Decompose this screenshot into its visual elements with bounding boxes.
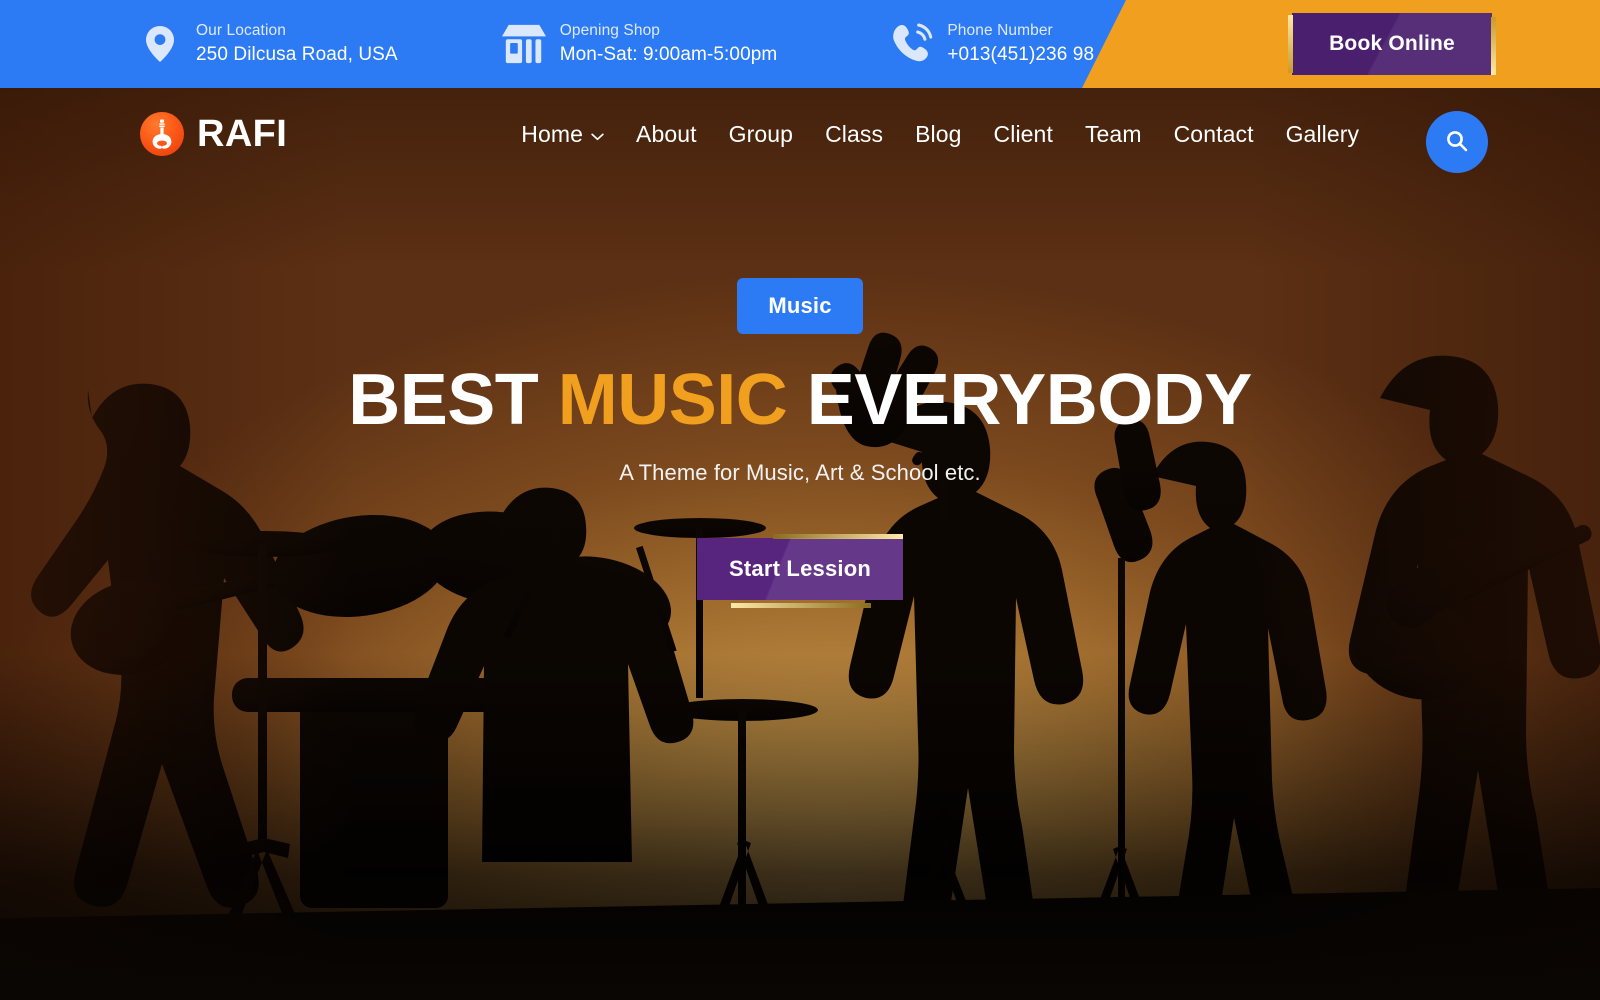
nav-item-class-label: Class [825, 120, 884, 147]
main-navigation: RAFI Home About Group Class Blog Client … [0, 88, 1600, 180]
book-online-button[interactable]: Book Online [1288, 13, 1496, 75]
book-online-wrapper: Book Online [1288, 13, 1496, 75]
headline-part-1: BEST [348, 360, 558, 440]
logo-text: RAFI [197, 112, 288, 155]
guitar-icon [140, 112, 184, 156]
nav-item-home-label: Home [521, 120, 584, 147]
hero-headline: BEST MUSIC EVERYBODY [348, 360, 1252, 440]
nav-menu: Home About Group Class Blog Client Team [505, 121, 1375, 148]
nav-item-gallery-label: Gallery [1285, 120, 1360, 147]
search-icon [1445, 129, 1469, 156]
opening-value: Mon-Sat: 9:00am-5:00pm [559, 43, 778, 65]
nav-item-group-label: Group [728, 120, 794, 147]
top-info-bar: Our Location 250 Dilcusa Road, USA Openi… [0, 0, 1600, 88]
info-opening-shop: Opening Shop Mon-Sat: 9:00am-5:00pm [501, 21, 778, 67]
nav-item-client-label: Client [993, 120, 1053, 147]
nav-item-gallery[interactable]: Gallery [1270, 121, 1376, 148]
shop-icon [501, 21, 546, 67]
book-online-label: Book Online [1329, 32, 1455, 55]
nav-item-blog[interactable]: Blog [899, 121, 977, 148]
nav-item-group[interactable]: Group [713, 121, 809, 148]
hero-cta-wrapper: Start Lession [697, 534, 903, 609]
phone-ring-icon [889, 21, 933, 67]
nav-item-class[interactable]: Class [809, 121, 899, 148]
hero-category-badge: Music [737, 278, 863, 334]
headline-part-2: EVERYBODY [787, 360, 1252, 440]
start-lession-button[interactable]: Start Lession [697, 534, 903, 601]
search-button[interactable] [1426, 111, 1488, 173]
nav-item-blog-label: Blog [915, 120, 962, 147]
start-lession-label: Start Lession [729, 556, 871, 582]
nav-item-contact[interactable]: Contact [1158, 121, 1270, 148]
chevron-down-icon [591, 132, 604, 140]
info-phone: Phone Number +013(451)236 98 [889, 21, 1094, 67]
map-pin-icon [138, 21, 182, 67]
nav-item-team-label: Team [1084, 120, 1142, 147]
hero-content: Music BEST MUSIC EVERYBODY A Theme for M… [0, 88, 1600, 1000]
page-root: Our Location 250 Dilcusa Road, USA Openi… [0, 0, 1600, 1000]
info-location: Our Location 250 Dilcusa Road, USA [138, 21, 398, 67]
nav-item-about-label: About [636, 120, 697, 147]
phone-label: Phone Number [947, 22, 1053, 40]
nav-item-team[interactable]: Team [1069, 121, 1158, 148]
nav-item-client[interactable]: Client [978, 121, 1069, 148]
hero-subline: A Theme for Music, Art & School etc. [619, 460, 981, 486]
opening-label: Opening Shop [559, 22, 661, 40]
cta-accent-line-bottom [731, 603, 871, 609]
site-logo[interactable]: RAFI [140, 112, 287, 156]
nav-item-about[interactable]: About [620, 121, 713, 148]
phone-value: +013(451)236 98 [947, 43, 1095, 65]
location-label: Our Location [196, 22, 286, 40]
headline-highlight: MUSIC [557, 360, 788, 440]
nav-item-contact-label: Contact [1173, 120, 1254, 147]
cta-accent-line-top [773, 534, 903, 540]
nav-item-home[interactable]: Home [505, 121, 620, 148]
location-value: 250 Dilcusa Road, USA [196, 43, 398, 65]
